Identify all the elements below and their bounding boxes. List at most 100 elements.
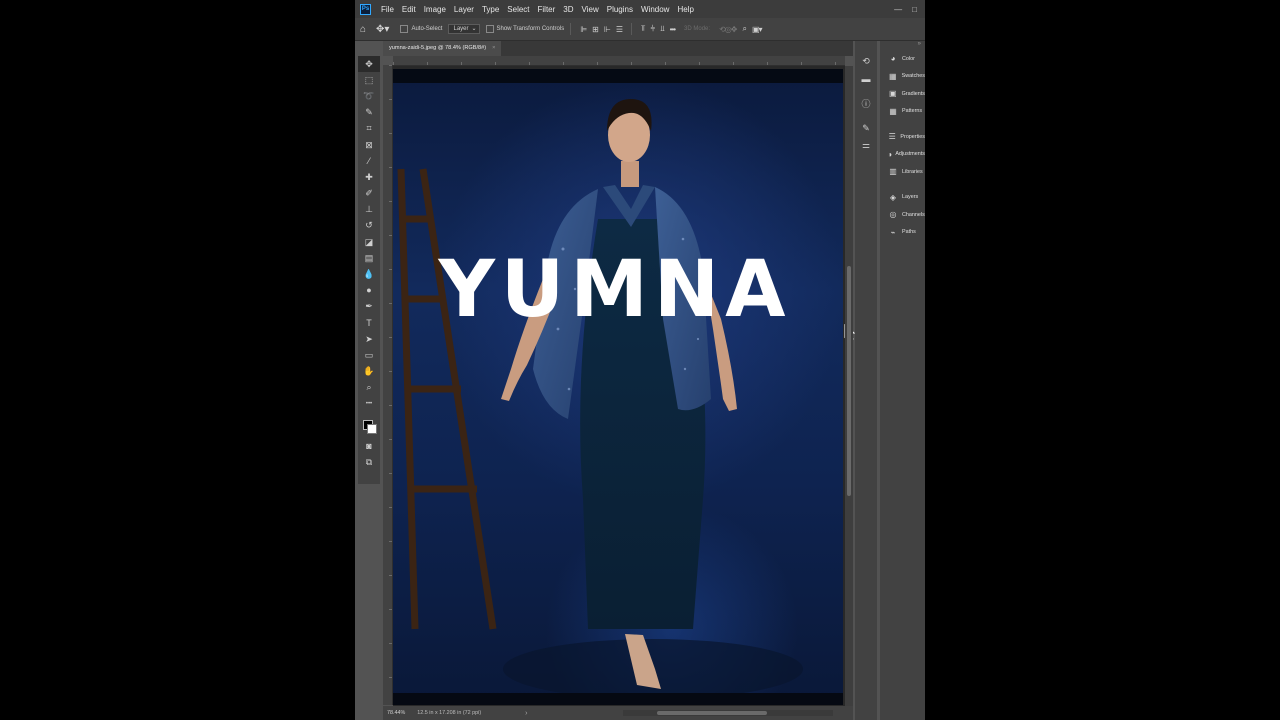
marquee-tool-icon[interactable]: ⬚ xyxy=(358,72,380,88)
horizontal-scrollbar-thumb[interactable] xyxy=(657,711,767,715)
document-tab[interactable]: yumna-zaidi-5.jpeg @ 78.4% (RGB/8#) × xyxy=(383,41,502,56)
menu-help[interactable]: Help xyxy=(673,5,697,14)
horizontal-scrollbar[interactable] xyxy=(623,710,833,716)
brush-tool-icon[interactable]: ✐ xyxy=(358,186,380,202)
panel-libraries-label: Libraries xyxy=(902,168,923,175)
home-icon[interactable]: ⌂ xyxy=(360,24,366,35)
menu-type[interactable]: Type xyxy=(478,5,503,14)
type-tool-icon[interactable]: T xyxy=(358,315,380,331)
panel-swatches[interactable]: ▦ Swatches xyxy=(880,68,925,86)
horizontal-ruler[interactable] xyxy=(393,56,845,66)
auto-select-target-dropdown[interactable]: Layer ⌄ xyxy=(448,24,480,34)
maximize-icon[interactable]: □ xyxy=(912,5,917,14)
align-center-icon[interactable]: ⊞ xyxy=(592,25,599,34)
screen-mode-icon[interactable]: ⧉ xyxy=(358,454,380,470)
zoom-tool-icon[interactable]: ⌕ xyxy=(358,380,380,396)
vertical-scrollbar[interactable] xyxy=(845,66,853,706)
menu-view[interactable]: View xyxy=(578,5,603,14)
background-color-swatch[interactable] xyxy=(367,424,377,435)
healing-brush-tool-icon[interactable]: ✚ xyxy=(358,169,380,185)
frame-tool-icon[interactable]: ⊠ xyxy=(358,137,380,153)
auto-select-target-value: Layer xyxy=(453,26,469,32)
brushes-panel-icon[interactable]: ✎ xyxy=(855,120,877,137)
chevron-down-icon: ⌄ xyxy=(471,26,477,32)
quick-mask-icon[interactable]: ◙ xyxy=(358,438,380,454)
panel-layers[interactable]: ◈ Layers xyxy=(880,189,925,207)
dodge-tool-icon[interactable]: ● xyxy=(358,283,380,299)
yumna-overlay-text[interactable]: YUMNA xyxy=(425,251,805,329)
window-controls: — □ xyxy=(894,5,925,14)
panel-gradients[interactable]: ▣ Gradients xyxy=(880,85,925,103)
menu-select[interactable]: Select xyxy=(503,5,533,14)
vertical-ruler[interactable] xyxy=(383,65,393,705)
layers-icon: ◈ xyxy=(889,192,897,202)
auto-select-checkbox[interactable] xyxy=(400,25,409,33)
move-tool-icon[interactable]: ✥ xyxy=(358,56,380,73)
eraser-tool-icon[interactable]: ◪ xyxy=(358,234,380,250)
zoom-readout[interactable]: 78.44% xyxy=(383,710,409,716)
gradient-tool-icon[interactable]: ▤ xyxy=(358,250,380,266)
blur-tool-icon[interactable]: 💧 xyxy=(358,266,380,282)
pen-tool-icon[interactable]: ✒ xyxy=(358,299,380,315)
photoshop-logo-icon: Ps xyxy=(360,3,371,15)
menu-file[interactable]: File xyxy=(377,5,398,14)
collapse-panels-icon[interactable]: » xyxy=(880,41,925,50)
panel-patterns-label: Patterns xyxy=(902,108,923,115)
lasso-tool-icon[interactable]: ➰ xyxy=(358,88,380,104)
menu-layer[interactable]: Layer xyxy=(450,5,478,14)
vertical-scrollbar-thumb[interactable] xyxy=(847,266,851,496)
align-left-icon[interactable]: ⊫ xyxy=(580,25,587,34)
menu-edit[interactable]: Edit xyxy=(398,5,420,14)
history-panel-icon[interactable]: ⟲ xyxy=(855,53,877,70)
history-brush-tool-icon[interactable]: ↺ xyxy=(358,218,380,234)
show-transform-checkbox[interactable] xyxy=(485,25,494,33)
clone-stamp-tool-icon[interactable]: ⊥ xyxy=(358,202,380,218)
document-size-info: 12.5 in x 17.208 in (72 ppi) xyxy=(417,710,482,716)
3d-orbit-icon[interactable]: ⟲◎✥ xyxy=(719,25,737,34)
document-image[interactable]: YUMNA xyxy=(393,69,843,705)
eyedropper-tool-icon[interactable]: ⁄ xyxy=(358,153,380,169)
info-panel-icon[interactable]: ⓘ xyxy=(855,95,877,112)
crop-tool-icon[interactable]: ⌗ xyxy=(358,121,380,137)
panel-properties[interactable]: ☰ Properties xyxy=(880,128,925,146)
align-middle-icon[interactable]: ⫩ xyxy=(651,24,655,34)
menu-image[interactable]: Image xyxy=(420,5,450,14)
color-swatches[interactable] xyxy=(358,412,380,438)
rectangle-tool-icon[interactable]: ▭ xyxy=(358,347,380,363)
distribute-icon[interactable]: ☰ xyxy=(616,25,623,34)
panel-adjustments-label: Adjustments xyxy=(895,151,925,158)
more-options-icon[interactable]: ••• xyxy=(670,25,676,34)
menu-plugins[interactable]: Plugins xyxy=(603,5,637,14)
path-selection-tool-icon[interactable]: ➤ xyxy=(358,331,380,347)
menu-3d[interactable]: 3D xyxy=(559,5,577,14)
gradients-icon: ▣ xyxy=(889,89,897,99)
panel-patterns[interactable]: ▦ Patterns xyxy=(880,103,925,121)
workspace-icon[interactable]: ▣▾ xyxy=(752,25,763,34)
search-icon[interactable]: ⌕ xyxy=(742,24,747,34)
align-right-icon[interactable]: ⊩ xyxy=(604,25,611,34)
align-bottom-icon[interactable]: ⫫ xyxy=(660,24,664,34)
close-icon[interactable]: × xyxy=(492,45,495,51)
hand-tool-icon[interactable]: ✋ xyxy=(358,364,380,380)
align-top-icon[interactable]: ⫪ xyxy=(641,24,645,34)
menu-window[interactable]: Window xyxy=(637,5,673,14)
libraries-icon: ▥ xyxy=(889,167,897,177)
adjust-panel-icon[interactable]: ⚌ xyxy=(855,137,877,154)
panel-channels[interactable]: ◎ Channels xyxy=(880,206,925,224)
panel-swatches-label: Swatches xyxy=(901,73,925,80)
comments-panel-icon[interactable]: ▬ xyxy=(855,70,877,87)
more-tools-icon[interactable]: ••• xyxy=(358,396,380,412)
minimize-icon[interactable]: — xyxy=(894,5,902,14)
canvas-area[interactable]: YUMNA xyxy=(393,66,856,706)
status-menu-arrow-icon[interactable]: › xyxy=(525,710,527,717)
panel-paths[interactable]: ⌁ Paths xyxy=(880,224,925,242)
panel-adjustments[interactable]: ◑ Adjustments xyxy=(880,146,925,164)
auto-select-label: Auto-Select xyxy=(411,26,443,32)
panel-color[interactable]: ◕ Color xyxy=(880,50,925,68)
quick-select-tool-icon[interactable]: ✎ xyxy=(358,105,380,121)
panel-dock: » ◕ Color ▦ Swatches ▣ Gradients ▦ Patterns ☰ Pro… xyxy=(880,41,925,720)
panel-libraries[interactable]: ▥ Libraries xyxy=(880,163,925,181)
panel-properties-label: Properties xyxy=(900,133,925,140)
move-tool-preset-icon[interactable]: ✥▾ xyxy=(376,24,389,35)
menu-filter[interactable]: Filter xyxy=(534,5,560,14)
